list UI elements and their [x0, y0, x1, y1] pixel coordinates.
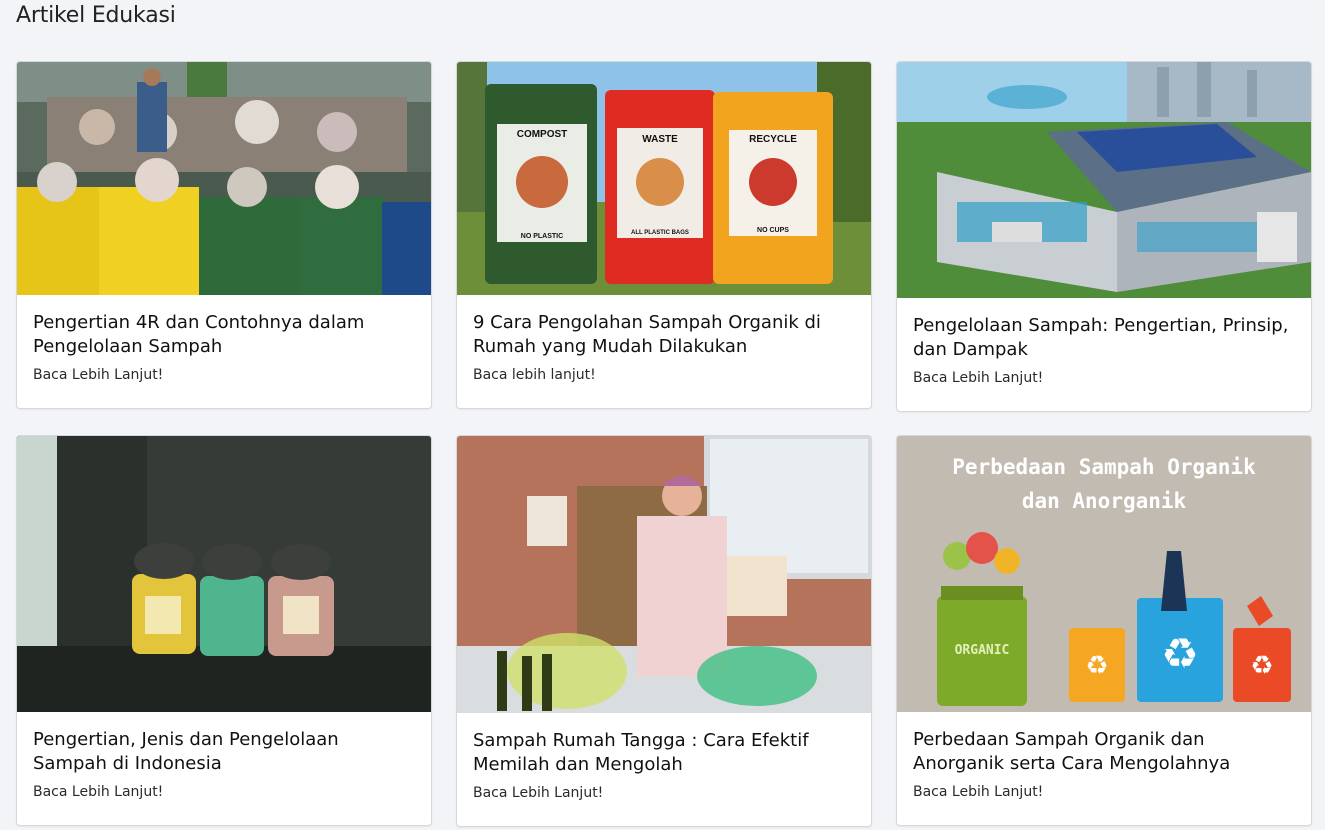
read-more-link[interactable]: Baca Lebih Lanjut!: [913, 784, 1295, 800]
article-card-pengelolaan[interactable]: Pengelolaan Sampah: Pengertian, Prinsip,…: [896, 61, 1312, 412]
poster-bin-label: ORGANIC: [955, 643, 1010, 658]
wall-trash-bins-rain-photo[interactable]: [17, 436, 431, 712]
card-title[interactable]: Sampah Rumah Tangga : Cara Efektif Memil…: [473, 729, 855, 777]
recycle-icon: ♻: [1161, 629, 1199, 678]
article-card-rumah-tangga[interactable]: Sampah Rumah Tangga : Cara Efektif Memil…: [456, 435, 872, 827]
card-title[interactable]: 9 Cara Pengolahan Sampah Organik di Ruma…: [473, 311, 855, 359]
card-title[interactable]: Pengertian, Jenis dan Pengelolaan Sampah…: [33, 728, 415, 776]
bin-sublabel-waste: ALL PLASTIC BAGS: [631, 230, 689, 236]
waste-facility-illustration[interactable]: [897, 62, 1311, 298]
bin-label-waste: WASTE: [642, 134, 678, 145]
article-card-jenis-sampah[interactable]: Pengertian, Jenis dan Pengelolaan Sampah…: [16, 435, 432, 826]
recycling-bins-photo[interactable]: [17, 62, 431, 295]
recycle-icon: ♻: [1250, 651, 1273, 681]
read-more-link[interactable]: Baca Lebih Lanjut!: [913, 370, 1295, 386]
page-title: Artikel Edukasi: [16, 3, 176, 28]
article-card-organik-rumah[interactable]: COMPOST WASTE RECYCLE NO PLASTIC ALL PLA…: [456, 61, 872, 409]
card-title[interactable]: Perbedaan Sampah Organik dan Anorganik s…: [913, 728, 1295, 776]
bin-sublabel-recycle: NO CUPS: [757, 227, 789, 234]
compost-waste-recycle-bins-photo[interactable]: COMPOST WASTE RECYCLE NO PLASTIC ALL PLA…: [457, 62, 871, 295]
woman-sorting-waste-photo[interactable]: [457, 436, 871, 713]
article-card-organik-anorganik[interactable]: Perbedaan Sampah Organik dan Anorganik O…: [896, 435, 1312, 826]
card-title[interactable]: Pengertian 4R dan Contohnya dalam Pengel…: [33, 311, 415, 359]
read-more-link[interactable]: Baca Lebih Lanjut!: [473, 785, 855, 801]
bin-sublabel-compost: NO PLASTIC: [521, 233, 563, 240]
read-more-link[interactable]: Baca lebih lanjut!: [473, 367, 855, 383]
read-more-link[interactable]: Baca Lebih Lanjut!: [33, 367, 415, 383]
bin-label-compost: COMPOST: [517, 129, 568, 140]
organic-anorganic-poster[interactable]: Perbedaan Sampah Organik dan Anorganik O…: [897, 436, 1311, 712]
recycle-icon: ♻: [1085, 651, 1108, 681]
card-title[interactable]: Pengelolaan Sampah: Pengertian, Prinsip,…: [913, 314, 1295, 362]
read-more-link[interactable]: Baca Lebih Lanjut!: [33, 784, 415, 800]
article-card-4r[interactable]: Pengertian 4R dan Contohnya dalam Pengel…: [16, 61, 432, 409]
bin-label-recycle: RECYCLE: [749, 134, 797, 145]
